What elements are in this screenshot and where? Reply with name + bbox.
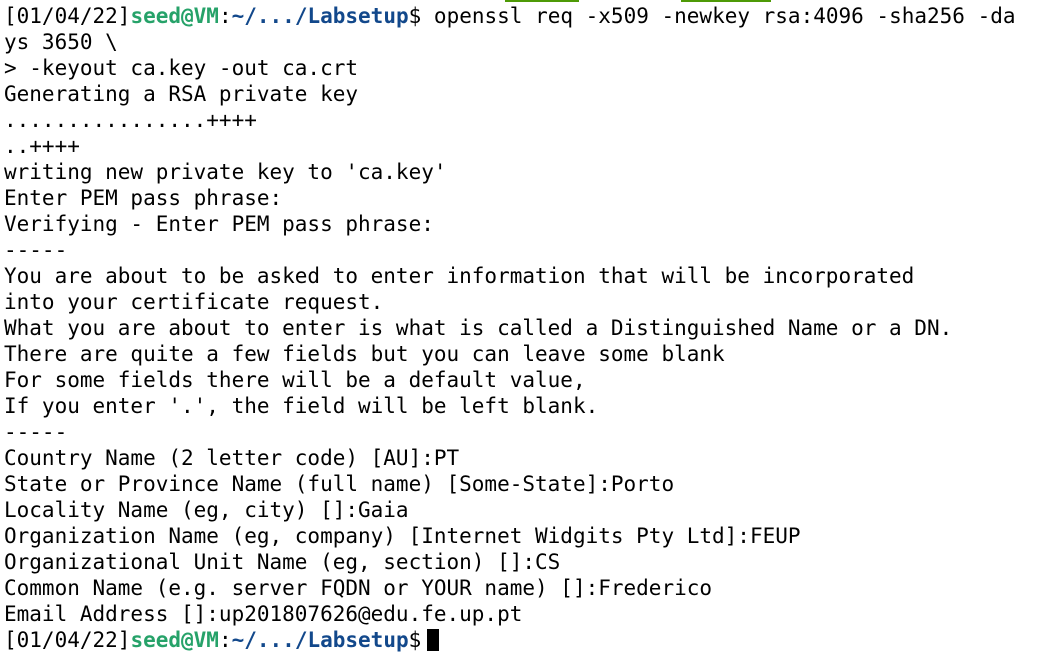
output-line: If you enter '.', the field will be left… bbox=[4, 394, 599, 418]
prompt-sign: $ bbox=[408, 628, 422, 652]
output-line: What you are about to enter is what is c… bbox=[4, 316, 953, 340]
output-line: You are about to be asked to enter infor… bbox=[4, 264, 915, 288]
output-line: ..++++ bbox=[4, 134, 80, 158]
output-line: > -keyout ca.key -out ca.crt bbox=[4, 56, 359, 80]
output-line: Common Name (e.g. server FQDN or YOUR na… bbox=[4, 576, 713, 600]
prompt-separator: : bbox=[218, 4, 232, 28]
prompt-sign: $ bbox=[408, 4, 422, 28]
output-line: For some fields there will be a default … bbox=[4, 368, 586, 392]
tab-accent-right bbox=[681, 0, 771, 2]
prompt-line[interactable]: [01/04/22]seed@VM:~/.../Labsetup$ bbox=[4, 627, 1044, 653]
output-line: Country Name (2 letter code) [AU]:PT bbox=[4, 446, 460, 470]
output-line: Verifying - Enter PEM pass phrase: bbox=[4, 212, 434, 236]
terminal-output[interactable]: [01/04/22]seed@VM:~/.../Labsetup$ openss… bbox=[4, 3, 1044, 653]
output-line: Locality Name (eg, city) []:Gaia bbox=[4, 498, 409, 522]
prompt-user: seed@VM bbox=[130, 4, 219, 28]
output-line: Organization Name (eg, company) [Interne… bbox=[4, 524, 801, 548]
tab-strip-edge bbox=[0, 0, 1047, 2]
output-line: ................++++ bbox=[4, 108, 257, 132]
prompt-path: ~/.../Labsetup bbox=[231, 628, 409, 652]
tab-accent-left bbox=[505, 0, 579, 2]
output-line: ----- bbox=[4, 238, 68, 262]
output-line: State or Province Name (full name) [Some… bbox=[4, 472, 675, 496]
output-line: Organizational Unit Name (eg, section) [… bbox=[4, 550, 561, 574]
output-line: Enter PEM pass phrase: bbox=[4, 186, 283, 210]
prompt-line: [01/04/22]seed@VM:~/.../Labsetup$ openss… bbox=[4, 3, 1044, 29]
prompt-date: [01/04/22] bbox=[4, 628, 131, 652]
output-line: ys 3650 \ bbox=[4, 30, 118, 54]
output-line: writing new private key to 'ca.key' bbox=[4, 160, 447, 184]
command-text: openssl req -x509 -newkey rsa:4096 -sha2… bbox=[421, 4, 1016, 28]
prompt-path: ~/.../Labsetup bbox=[231, 4, 409, 28]
output-line: Email Address []:up201807626@edu.fe.up.p… bbox=[4, 602, 523, 626]
prompt-user: seed@VM bbox=[130, 628, 219, 652]
prompt-date: [01/04/22] bbox=[4, 4, 131, 28]
output-line: There are quite a few fields but you can… bbox=[4, 342, 725, 366]
text-cursor[interactable] bbox=[427, 629, 440, 651]
output-line: ----- bbox=[4, 420, 68, 444]
prompt-separator: : bbox=[218, 628, 232, 652]
output-line: Generating a RSA private key bbox=[4, 82, 359, 106]
output-line: into your certificate request. bbox=[4, 290, 384, 314]
